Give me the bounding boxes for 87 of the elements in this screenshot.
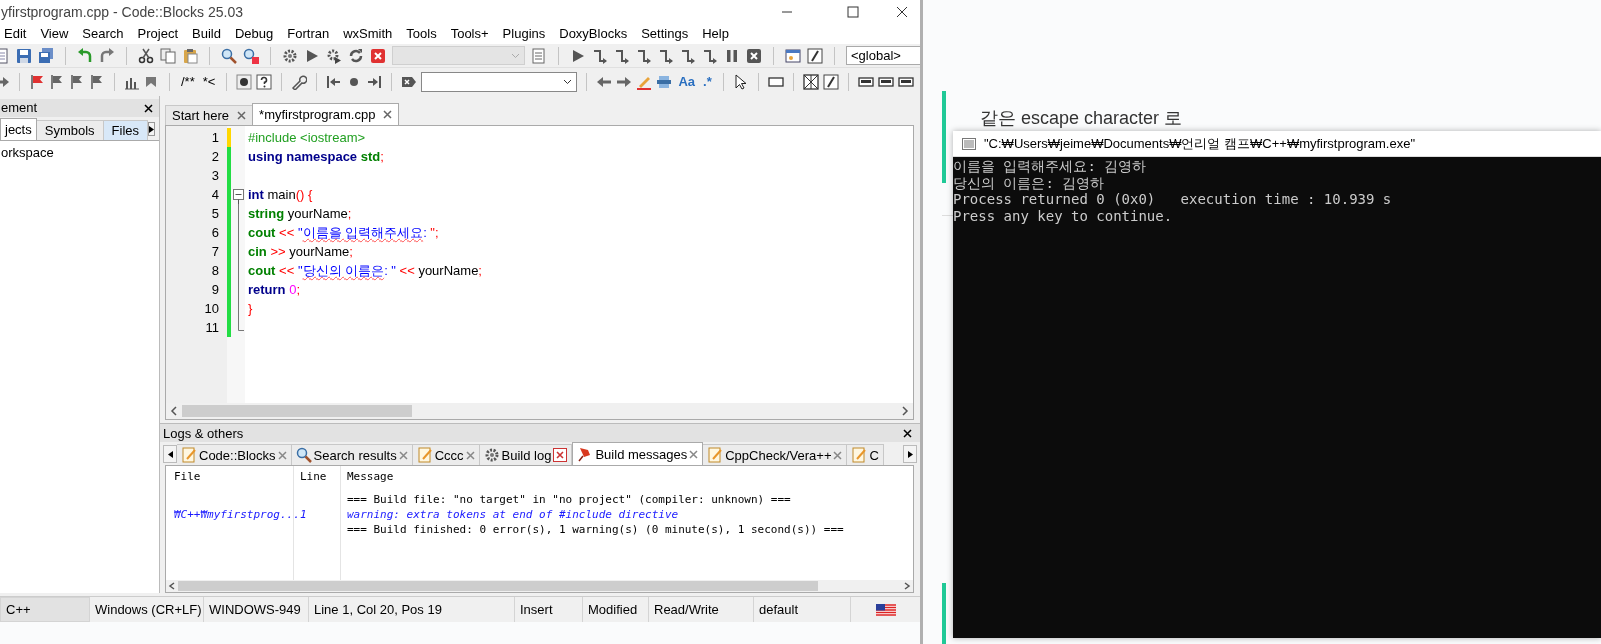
line-number: 2 bbox=[210, 147, 219, 166]
column-header[interactable]: File bbox=[174, 469, 201, 486]
window-title: "C:₩Users₩jeime₩Documents₩언리얼 캠프₩C++₩myfirstprogram.exe" bbox=[984, 134, 1416, 153]
tab-label: Cccc bbox=[434, 446, 464, 465]
tab-label: Start here bbox=[172, 106, 230, 125]
status-text: Insert bbox=[520, 600, 553, 619]
line-number: 5 bbox=[210, 204, 219, 223]
line-number: 4 bbox=[210, 185, 219, 204]
panel-tab[interactable]: Symbols bbox=[36, 120, 104, 140]
code-line: #include <iostream> bbox=[247, 128, 366, 147]
table-cell-text: 1 bbox=[300, 506, 307, 523]
tab-label: Build log bbox=[501, 446, 552, 465]
panel-tab[interactable]: Files bbox=[103, 120, 149, 140]
panel-tab[interactable]: jects bbox=[0, 118, 37, 140]
log-tab[interactable]: Cccc bbox=[412, 444, 480, 466]
console-line: Press any key to continue. bbox=[953, 207, 1174, 224]
panel-title: Logs & others bbox=[163, 424, 244, 443]
line-number: 6 bbox=[210, 223, 219, 242]
table-cell-text: === Build file: "no target" in "no project" (compiler: unknown) === bbox=[347, 491, 791, 508]
column-header[interactable]: Message bbox=[347, 469, 394, 486]
tree-item[interactable]: orkspace bbox=[1, 143, 159, 163]
menu-item[interactable]: DoxyBlocks bbox=[552, 24, 635, 44]
console-line: Process returned 0 (0x0) execution time : 10.939 s bbox=[953, 191, 1393, 208]
menu-item[interactable]: wxSmith bbox=[336, 24, 400, 44]
line-number: 11 bbox=[204, 318, 219, 337]
code-line: cin >> yourName; bbox=[247, 242, 353, 261]
tab-label: Code::Blocks bbox=[199, 446, 276, 465]
menu-item[interactable]: Fortran bbox=[280, 24, 337, 44]
line-number: 7 bbox=[210, 242, 219, 261]
status-text: C++ bbox=[6, 600, 31, 619]
window-title: yfirstprogram.cpp - Code::Blocks 25.03 bbox=[1, 2, 243, 22]
console-line: 당신의 이름은: 김영하 bbox=[953, 174, 1106, 191]
comment-button[interactable]: *< bbox=[200, 72, 218, 92]
menu-item[interactable]: Tools+ bbox=[443, 24, 496, 44]
code-line: int main() { bbox=[247, 185, 313, 204]
status-text: WINDOWS-949 bbox=[209, 600, 301, 619]
code-line: using namespace std; bbox=[247, 147, 384, 166]
search-option-button[interactable]: Aa bbox=[676, 72, 697, 92]
menu-item[interactable]: Project bbox=[130, 24, 186, 44]
menu-item[interactable]: Search bbox=[75, 24, 131, 44]
menu-item[interactable]: Help bbox=[695, 24, 736, 44]
log-tab[interactable]: CppCheck/Vera++ bbox=[703, 444, 848, 466]
tab-label: Search results bbox=[313, 446, 397, 465]
code-line: } bbox=[247, 299, 253, 318]
menu-item[interactable]: Build bbox=[185, 24, 228, 44]
table-cell-text: warning: extra tokens at end of #include directive bbox=[347, 506, 679, 523]
scope-dropdown[interactable]: <global> bbox=[846, 46, 920, 65]
panel-title: ement bbox=[1, 99, 38, 118]
console-line: 이름을 입력해주세요: 김영하 bbox=[953, 158, 1148, 175]
line-number: 10 bbox=[203, 299, 219, 318]
menu-item[interactable]: Edit bbox=[0, 24, 34, 44]
status-text: Read/Write bbox=[654, 600, 719, 619]
line-number: 1 bbox=[210, 128, 219, 147]
tab-label: CppCheck/Vera++ bbox=[725, 446, 832, 465]
column-header[interactable]: Line bbox=[300, 469, 327, 486]
tab-label: C bbox=[869, 446, 879, 465]
code-line: return 0; bbox=[247, 280, 301, 299]
menu-item[interactable]: Plugins bbox=[495, 24, 553, 44]
quote-text: 같은 escape character 로 bbox=[980, 108, 1183, 128]
search-option-button[interactable]: .* bbox=[701, 72, 714, 92]
log-tab[interactable]: C bbox=[847, 444, 884, 466]
status-text: default bbox=[759, 600, 799, 619]
tab-label: Build messages bbox=[595, 445, 688, 464]
menu-item[interactable]: Tools bbox=[399, 24, 444, 44]
table-cell-text: === Build finished: 0 error(s), 1 warning(s) (0 minute(s), 1 second(s)) === bbox=[347, 521, 844, 538]
editor-tab[interactable]: *myfirstprogram.cpp bbox=[252, 103, 400, 125]
log-tab[interactable]: Build messages bbox=[572, 442, 704, 466]
status-text: Line 1, Col 20, Pos 19 bbox=[314, 600, 442, 619]
line-number: 3 bbox=[210, 166, 219, 185]
line-number: 8 bbox=[210, 261, 219, 280]
code-line: cout << "당신의 이름은: " << yourName; bbox=[247, 261, 482, 280]
menu-item[interactable]: View bbox=[33, 24, 76, 44]
editor-tab[interactable]: Start here bbox=[165, 105, 253, 125]
menu-item[interactable]: Debug bbox=[227, 24, 281, 44]
code-editor[interactable]: 1 #include <iostream> 2 using namespace std; 3 4 int main() { 5 string yourName; 6 cout << "이름을 입력해주세요: "; 7 cin >> yourName; 8 cout << "당신의 이름은: " << yourName; 9 return 0; 10 } 11 bbox=[165, 125, 914, 421]
comment-button[interactable]: /** bbox=[179, 72, 197, 92]
table-cell-text: ₩C++₩myfirstprog... bbox=[174, 506, 300, 523]
log-tab[interactable]: Search results bbox=[291, 444, 413, 466]
tab-label: *myfirstprogram.cpp bbox=[259, 105, 376, 124]
code-line: cout << "이름을 입력해주세요: "; bbox=[247, 223, 439, 242]
log-tab[interactable]: Code::Blocks bbox=[177, 444, 292, 466]
log-tab[interactable]: Build log bbox=[479, 444, 573, 466]
menu-item[interactable]: Settings bbox=[634, 24, 696, 44]
status-text: Modified bbox=[588, 600, 638, 619]
line-number: 9 bbox=[210, 280, 219, 299]
status-text: Windows (CR+LF) bbox=[95, 600, 202, 619]
code-line: string yourName; bbox=[247, 204, 352, 223]
